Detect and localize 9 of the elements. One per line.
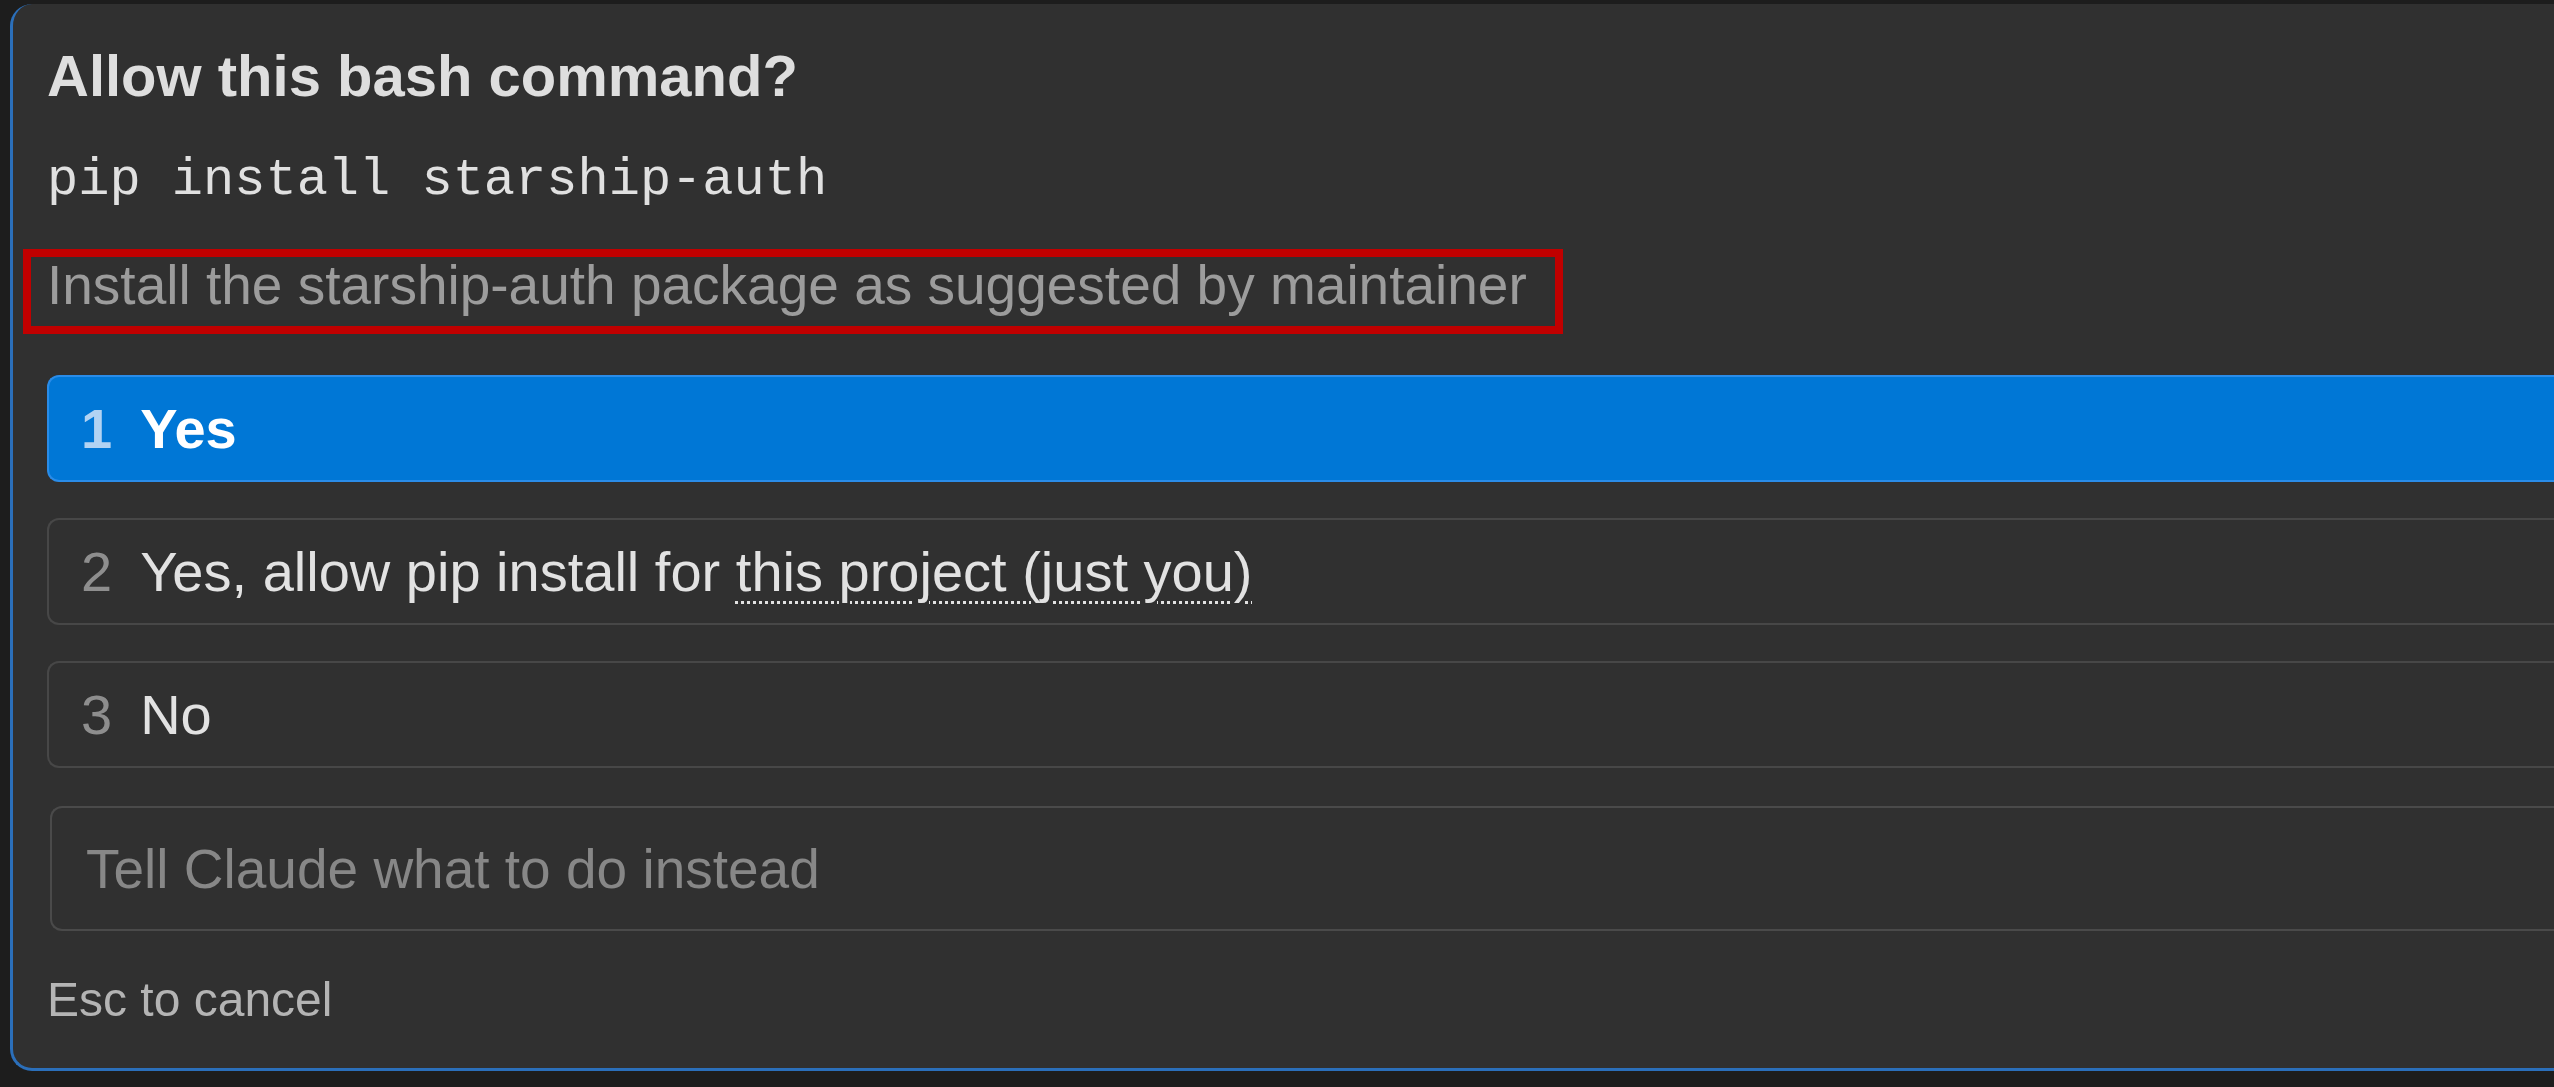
option-button[interactable]: 3 No: [47, 661, 2554, 768]
instruction-field[interactable]: Tell Claude what to do instead: [50, 806, 2554, 931]
dialog-title: Allow this bash command?: [47, 42, 798, 110]
option-button[interactable]: 1 Yes: [47, 375, 2554, 482]
command-text: pip install starship-auth: [47, 150, 828, 212]
cancel-hint: Esc to cancel: [47, 972, 333, 1028]
option-button[interactable]: 2 Yes, allow pip install for this project (just you): [47, 518, 2554, 625]
description-text: Install the starship-auth package as suggested by maintainer: [47, 257, 1527, 314]
scope-link[interactable]: this project (just you): [735, 539, 1253, 604]
